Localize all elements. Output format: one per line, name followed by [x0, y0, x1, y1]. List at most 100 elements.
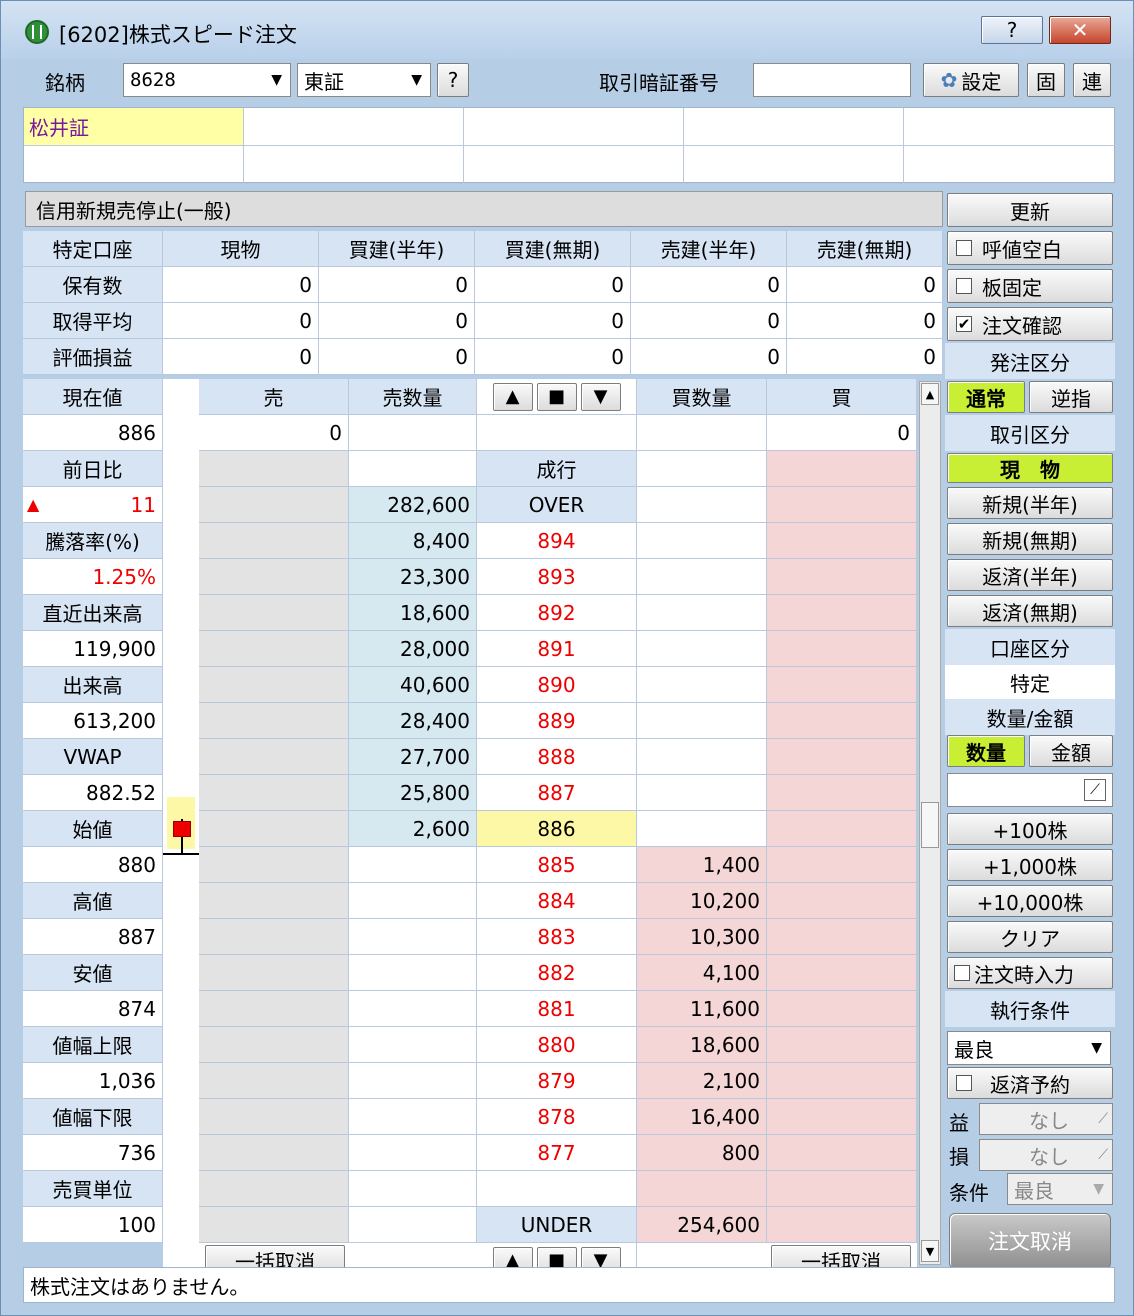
buy-click-cell[interactable] [767, 883, 917, 919]
fixed-button[interactable]: 固 [1027, 63, 1065, 97]
buy-click-cell[interactable] [767, 847, 917, 883]
center-icon[interactable]: ■ [536, 382, 577, 411]
sell-click-cell[interactable] [199, 1171, 349, 1207]
buy-click-cell[interactable] [767, 775, 917, 811]
board-fix-toggle[interactable]: 板固定 [947, 269, 1113, 303]
ask-price[interactable]: 894 [477, 523, 637, 559]
tick-blank-toggle[interactable]: 呼値空白 [947, 231, 1113, 265]
ask-price[interactable]: 889 [477, 703, 637, 739]
bid-price[interactable]: 878 [477, 1099, 637, 1135]
sell-click-cell[interactable] [199, 595, 349, 631]
sell-click-cell[interactable] [199, 451, 349, 487]
market-select[interactable]: 東証 ▼ [297, 63, 431, 97]
new-indef-button[interactable]: 新規(無期) [947, 523, 1113, 555]
scroll-down-arrow[interactable]: ▼ [921, 1240, 939, 1262]
sell-click-cell[interactable] [199, 991, 349, 1027]
buy-click-cell[interactable] [767, 523, 917, 559]
buy-click-cell[interactable] [767, 919, 917, 955]
condition-select[interactable]: 最良 ▼ [1007, 1173, 1113, 1205]
ask-price[interactable]: 892 [477, 595, 637, 631]
bid-price[interactable]: 882 [477, 955, 637, 991]
buy-click-cell[interactable] [767, 451, 917, 487]
bid-price[interactable]: 880 [477, 1027, 637, 1063]
sell-click-cell[interactable] [199, 919, 349, 955]
buy-click-cell[interactable] [767, 991, 917, 1027]
ask-price[interactable]: 888 [477, 739, 637, 775]
buy-click-cell[interactable] [767, 667, 917, 703]
buy-click-cell[interactable] [767, 1063, 917, 1099]
sell-click-cell[interactable] [199, 1207, 349, 1243]
help-button[interactable]: ? [981, 16, 1043, 44]
sell-click-cell[interactable] [199, 1063, 349, 1099]
board-scrollbar[interactable]: ▲ ▼ [919, 381, 941, 1265]
ask-price[interactable]: 890 [477, 667, 637, 703]
take-profit-input[interactable]: なし ⟋ [979, 1103, 1113, 1135]
current-price[interactable]: 886 [477, 811, 637, 847]
stop-loss-input[interactable]: なし ⟋ [979, 1139, 1113, 1171]
buy-order-cell[interactable]: 0 [767, 415, 917, 451]
buy-click-cell[interactable] [767, 487, 917, 523]
sell-click-cell[interactable] [199, 847, 349, 883]
scroll-thumb[interactable] [921, 802, 939, 848]
buy-click-cell[interactable] [767, 739, 917, 775]
add-1000-button[interactable]: +1,000株 [947, 849, 1113, 881]
ask-price[interactable]: 893 [477, 559, 637, 595]
order-confirm-toggle[interactable]: ✔ 注文確認 [947, 307, 1113, 341]
sell-click-cell[interactable] [199, 631, 349, 667]
bid-price[interactable]: 885 [477, 847, 637, 883]
buy-click-cell[interactable] [767, 955, 917, 991]
buy-click-cell[interactable] [767, 631, 917, 667]
cancel-order-button[interactable]: 注文取消 [949, 1213, 1111, 1269]
pin-input[interactable] [753, 63, 911, 97]
buy-click-cell[interactable] [767, 1027, 917, 1063]
sell-click-cell[interactable] [199, 487, 349, 523]
amount-mode-button[interactable]: 金額 [1029, 735, 1113, 767]
add-100-button[interactable]: +100株 [947, 813, 1113, 845]
quantity-input[interactable]: ⟋ [947, 773, 1113, 807]
bid-price[interactable]: 883 [477, 919, 637, 955]
symbol-help-button[interactable]: ? [437, 63, 469, 97]
bid-price[interactable]: 879 [477, 1063, 637, 1099]
ask-price[interactable]: 887 [477, 775, 637, 811]
shift-down-icon[interactable]: ▼ [580, 382, 621, 411]
sell-click-cell[interactable] [199, 811, 349, 847]
quantity-mode-button[interactable]: 数量 [947, 735, 1025, 767]
sell-click-cell[interactable] [199, 703, 349, 739]
sell-click-cell[interactable] [199, 1135, 349, 1171]
buy-click-cell[interactable] [767, 559, 917, 595]
repay-indef-button[interactable]: 返済(無期) [947, 595, 1113, 627]
buy-click-cell[interactable] [767, 595, 917, 631]
cash-button[interactable]: 現 物 [947, 453, 1113, 483]
ask-price[interactable]: 891 [477, 631, 637, 667]
buy-click-cell[interactable] [767, 1171, 917, 1207]
sell-click-cell[interactable] [199, 1099, 349, 1135]
sell-click-cell[interactable] [199, 667, 349, 703]
repay-reserve-toggle[interactable]: 返済予約 [947, 1067, 1113, 1099]
normal-order-button[interactable]: 通常 [947, 381, 1025, 413]
settings-button[interactable]: ✿ 設定 [923, 63, 1019, 97]
buy-click-cell[interactable] [767, 1099, 917, 1135]
bid-price[interactable]: 877 [477, 1135, 637, 1171]
sell-click-cell[interactable] [199, 523, 349, 559]
input-on-order-toggle[interactable]: 注文時入力 [947, 957, 1113, 989]
clear-button[interactable]: クリア [947, 921, 1113, 953]
sell-order-cell[interactable]: 0 [199, 415, 349, 451]
update-button[interactable]: 更新 [947, 193, 1113, 227]
sell-click-cell[interactable] [199, 955, 349, 991]
exec-condition-select[interactable]: 最良 ▼ [947, 1031, 1111, 1065]
buy-click-cell[interactable] [767, 703, 917, 739]
buy-click-cell[interactable] [767, 1207, 917, 1243]
sell-click-cell[interactable] [199, 739, 349, 775]
sell-click-cell[interactable] [199, 775, 349, 811]
buy-click-cell[interactable] [767, 1135, 917, 1171]
sell-click-cell[interactable] [199, 559, 349, 595]
sell-click-cell[interactable] [199, 1027, 349, 1063]
add-10000-button[interactable]: +10,000株 [947, 885, 1113, 917]
bid-price[interactable]: 884 [477, 883, 637, 919]
stop-order-button[interactable]: 逆指 [1029, 381, 1113, 413]
repay-6m-button[interactable]: 返済(半年) [947, 559, 1113, 591]
close-button[interactable]: ✕ [1049, 16, 1111, 44]
link-button[interactable]: 連 [1073, 63, 1111, 97]
bid-price[interactable]: 881 [477, 991, 637, 1027]
symbol-select[interactable]: 8628 ▼ [123, 63, 291, 97]
